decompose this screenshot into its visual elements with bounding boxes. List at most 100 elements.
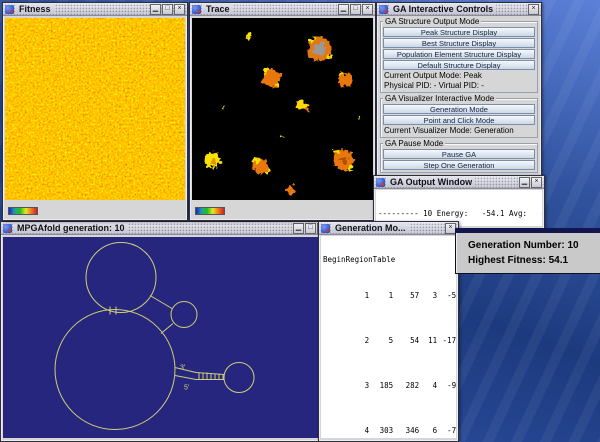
window-title: MPGAfold generation: 10 xyxy=(14,223,128,233)
step-one-generation-button[interactable]: Step One Generation xyxy=(383,160,535,170)
five-prime-label: 5' xyxy=(184,385,189,392)
ga-controls-body: GA Structure Output Mode Peak Structure … xyxy=(377,16,541,173)
fitness-heatmap-canvas[interactable] xyxy=(5,18,185,200)
window-controls: ▁ □ × xyxy=(150,4,185,15)
trace-blobs xyxy=(192,18,373,200)
default-structure-display-button[interactable]: Default Structure Display xyxy=(383,60,535,70)
java-icon xyxy=(321,224,330,233)
trace-scale-strip xyxy=(190,202,375,220)
region-table[interactable]: BeginRegionTable 11573-5.5 255411-17.7 3… xyxy=(321,236,456,438)
generation-number-value: 10 xyxy=(567,240,578,251)
structure-output-section: GA Structure Output Mode Peak Structure … xyxy=(380,21,538,93)
window-controls: ▁ □ × xyxy=(338,4,373,15)
cell: 1 xyxy=(359,291,369,300)
java-icon xyxy=(379,5,388,14)
minimize-icon[interactable]: ▁ xyxy=(338,4,349,15)
close-icon[interactable]: × xyxy=(528,4,539,15)
window-controls: × xyxy=(528,4,539,15)
maximize-icon[interactable]: □ xyxy=(305,223,316,234)
table-row: 255411-17.7 xyxy=(323,327,454,354)
pid-status-text: Physical PID: - Virtual PID: - xyxy=(383,81,535,90)
java-icon xyxy=(192,5,201,14)
cell: -9.1 xyxy=(437,381,456,390)
java-icon xyxy=(5,5,14,14)
trace-window: Trace ▁ □ × xyxy=(189,2,376,221)
cell: 1 xyxy=(369,291,393,300)
cell: 5 xyxy=(369,336,393,345)
minimize-icon[interactable]: ▁ xyxy=(293,223,304,234)
current-output-mode-text: Current Output Mode: Peak xyxy=(383,71,535,80)
window-title: Fitness xyxy=(16,4,54,14)
fitness-window: Fitness ▁ □ × xyxy=(2,2,188,221)
window-controls: ▁ × xyxy=(519,177,542,188)
window-title: GA Interactive Controls xyxy=(390,4,496,14)
cell: 3 xyxy=(359,381,369,390)
generation-table-window: Generation Mo... × BeginRegionTable 1157… xyxy=(318,221,459,442)
java-icon xyxy=(3,224,12,233)
cell: -7.8 xyxy=(437,426,456,435)
generation-mode-button[interactable]: Generation Mode xyxy=(383,104,535,114)
minimize-icon[interactable]: ▁ xyxy=(150,4,161,15)
cell: 4 xyxy=(419,381,437,390)
window-title: Generation Mo... xyxy=(332,223,409,233)
generation-table-titlebar[interactable]: Generation Mo... × xyxy=(319,222,458,235)
close-icon[interactable]: × xyxy=(362,4,373,15)
peak-structure-display-button[interactable]: Peak Structure Display xyxy=(383,27,535,37)
ga-controls-titlebar[interactable]: GA Interactive Controls × xyxy=(377,3,541,16)
cell: 2 xyxy=(359,336,369,345)
cell: 54 xyxy=(393,336,419,345)
cell: 303 xyxy=(369,426,393,435)
section-label: GA Visualizer Interactive Mode xyxy=(383,94,496,103)
cell: -5.5 xyxy=(437,291,456,300)
log-line: --------- 10 Energy: -54.1 Avg: ---- xyxy=(378,209,540,218)
color-scale-bar xyxy=(195,207,225,215)
cell: 282 xyxy=(393,381,419,390)
ga-controls-window: GA Interactive Controls × GA Structure O… xyxy=(376,2,542,180)
pause-mode-section: GA Pause Mode Pause GA Step One Generati… xyxy=(380,143,538,173)
fitness-scale-strip xyxy=(3,202,187,220)
trace-titlebar[interactable]: Trace ▁ □ × xyxy=(190,3,375,16)
section-label: GA Pause Mode xyxy=(383,139,445,148)
close-icon[interactable]: × xyxy=(531,177,542,188)
visualizer-mode-section: GA Visualizer Interactive Mode Generatio… xyxy=(380,98,538,138)
population-element-structure-display-button[interactable]: Population Element Structure Display xyxy=(383,49,535,59)
java-icon xyxy=(376,178,385,187)
ga-output-titlebar[interactable]: GA Output Window ▁ × xyxy=(374,176,544,189)
desktop: MPGAfold generation: 10 ▁ □ × xyxy=(0,0,600,442)
rna-structure-drawing: 3' 5' xyxy=(3,237,328,438)
generation-number-label: Generation Number: xyxy=(468,240,565,251)
fitness-titlebar[interactable]: Fitness ▁ □ × xyxy=(3,3,187,16)
point-and-click-mode-button[interactable]: Point and Click Mode xyxy=(383,115,535,125)
cell: 3 xyxy=(419,291,437,300)
cell: 4 xyxy=(359,426,369,435)
pause-ga-button[interactable]: Pause GA xyxy=(383,149,535,159)
highest-fitness-value: 54.1 xyxy=(549,255,568,266)
cell: -17.7 xyxy=(437,336,456,345)
cell: 185 xyxy=(369,381,393,390)
mpgafold-window: MPGAfold generation: 10 ▁ □ × xyxy=(0,221,331,442)
cell: 6 xyxy=(419,426,437,435)
three-prime-label: 3' xyxy=(180,365,185,372)
rna-structure-canvas[interactable]: 3' 5' xyxy=(3,237,328,438)
table-row: 43033466-7.8 xyxy=(323,417,454,438)
generation-status-panel: Generation Number: 10 Highest Fitness: 5… xyxy=(455,228,600,274)
maximize-icon[interactable]: □ xyxy=(162,4,173,15)
best-structure-display-button[interactable]: Best Structure Display xyxy=(383,38,535,48)
cell: 57 xyxy=(393,291,419,300)
maximize-icon[interactable]: □ xyxy=(350,4,361,15)
minimize-icon[interactable]: ▁ xyxy=(519,177,530,188)
fitness-heatmap xyxy=(5,18,185,200)
highest-fitness-label: Highest Fitness: xyxy=(468,255,546,266)
close-icon[interactable]: × xyxy=(174,4,185,15)
window-title: Trace xyxy=(203,4,233,14)
current-visualizer-mode-text: Current Visualizer Mode: Generation xyxy=(383,126,535,135)
region-table-begin: BeginRegionTable xyxy=(323,255,454,264)
mpgafold-titlebar[interactable]: MPGAfold generation: 10 ▁ □ × xyxy=(1,222,330,235)
cell: 11 xyxy=(419,336,437,345)
section-label: GA Structure Output Mode xyxy=(383,17,481,26)
table-row: 31852824-9.1 xyxy=(323,372,454,399)
window-title: GA Output Window xyxy=(387,177,475,187)
table-row: 11573-5.5 xyxy=(323,282,454,309)
trace-canvas[interactable] xyxy=(192,18,373,200)
color-scale-bar xyxy=(8,207,38,215)
